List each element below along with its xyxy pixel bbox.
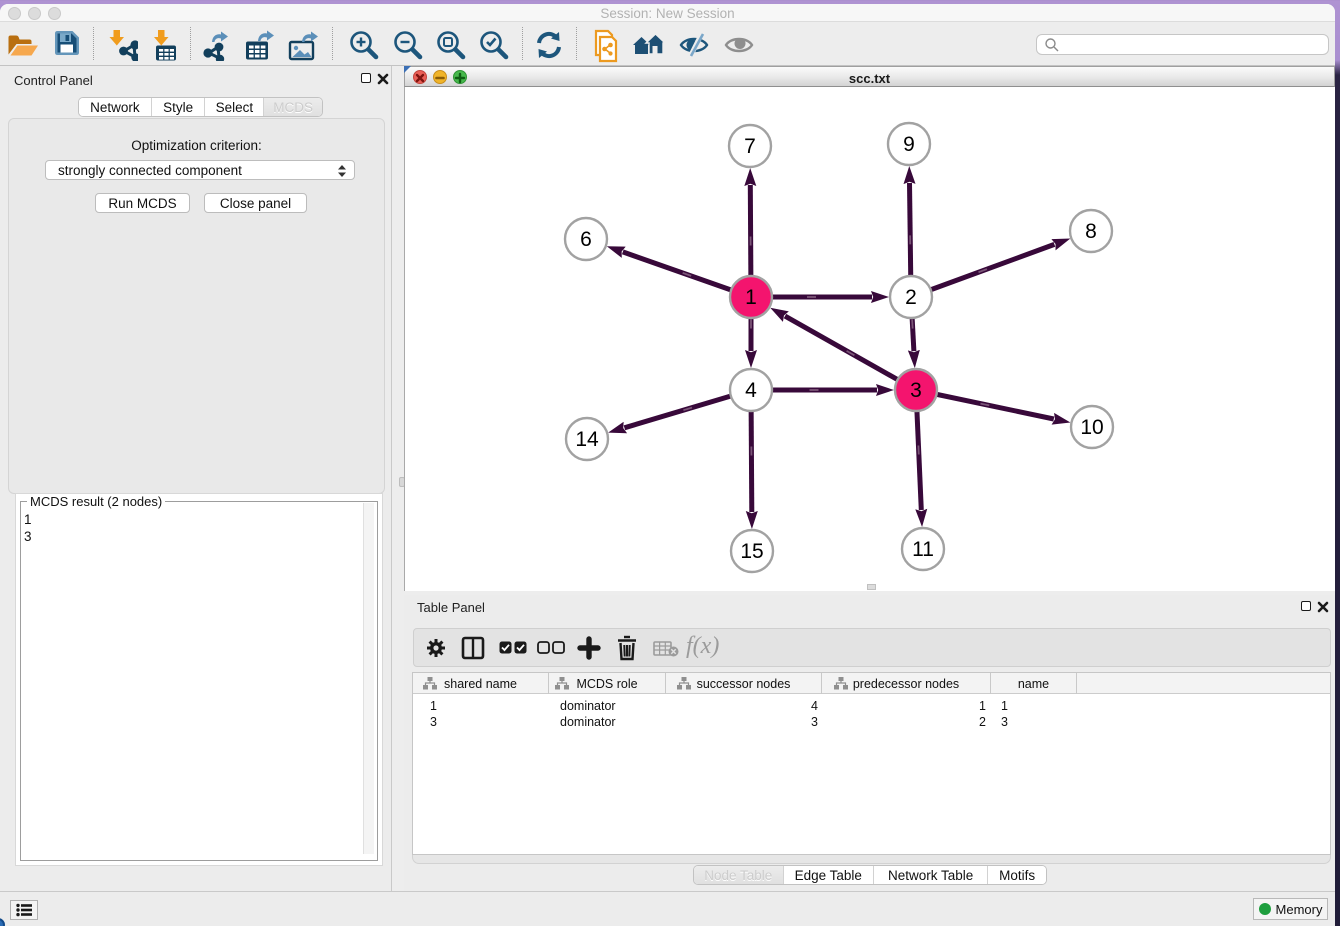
svg-text:8: 8 (1085, 220, 1097, 243)
svg-text:6: 6 (580, 228, 592, 251)
svg-text:1: 1 (745, 286, 757, 309)
svg-text:3: 3 (910, 379, 922, 402)
svg-text:4: 4 (745, 379, 757, 402)
svg-text:7: 7 (744, 135, 756, 158)
svg-text:14: 14 (575, 428, 599, 451)
svg-text:11: 11 (912, 538, 934, 561)
svg-text:15: 15 (740, 540, 763, 563)
svg-text:10: 10 (1080, 416, 1103, 439)
svg-text:9: 9 (903, 133, 915, 156)
svg-text:2: 2 (905, 286, 917, 309)
